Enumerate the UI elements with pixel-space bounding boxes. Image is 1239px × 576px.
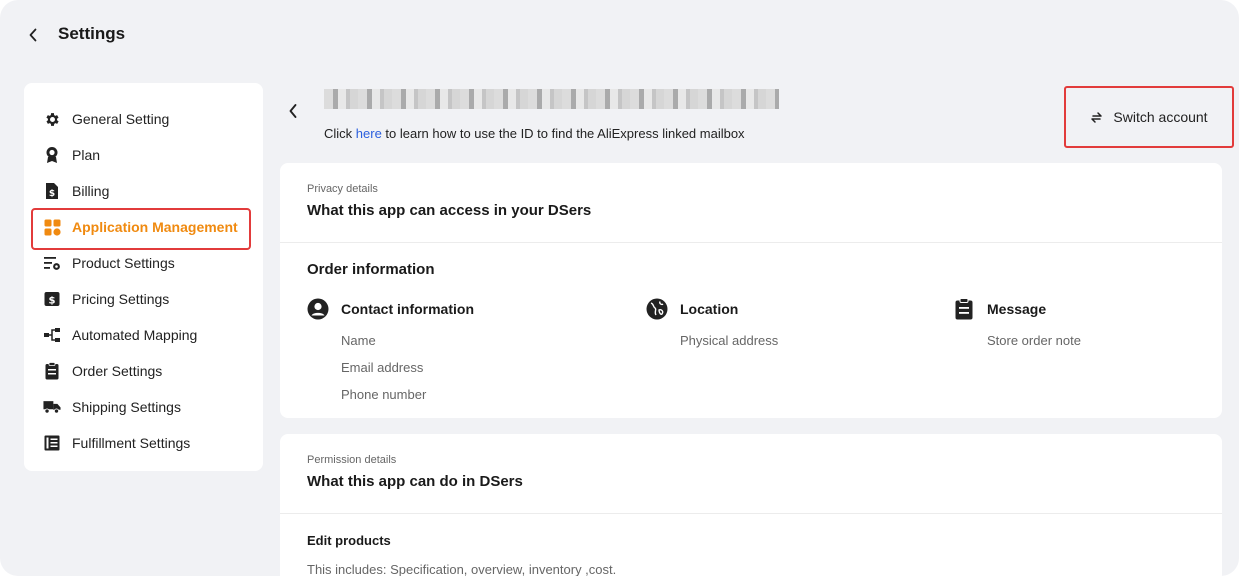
list-item: Name [341, 333, 376, 348]
privacy-card-header: Privacy details What this app can access… [280, 163, 1222, 243]
switch-account-button[interactable]: Switch account [1064, 86, 1234, 148]
dollar-box-icon: $ [43, 290, 61, 308]
sidebar-item-product-settings[interactable]: Product Settings [24, 245, 263, 281]
sidebar-item-label: Application Management [72, 219, 238, 235]
invoice-icon: $ [43, 182, 61, 200]
sidebar-item-order-settings[interactable]: Order Settings [24, 353, 263, 389]
sidebar-item-label: Plan [72, 147, 101, 163]
back-chevron-icon[interactable] [24, 26, 42, 44]
sidebar-item-label: Automated Mapping [72, 327, 198, 343]
sidebar-item-label: General Setting [72, 111, 170, 127]
privacy-heading: What this app can access in your DSers [307, 202, 592, 219]
sidebar-item-general-setting[interactable]: General Setting [24, 101, 263, 137]
sidebar-item-shipping-settings[interactable]: Shipping Settings [24, 389, 263, 425]
permission-eyebrow: Permission details [307, 454, 397, 466]
order-information-title: Order information [307, 261, 435, 278]
svg-text:$: $ [49, 296, 56, 307]
sidebar-item-label: Product Settings [72, 255, 175, 271]
sidebar-item-label: Order Settings [72, 363, 163, 379]
permission-card-header: Permission details What this app can do … [280, 434, 1222, 514]
message-column: Message Store order note [953, 297, 1081, 354]
hint-prefix: Click [324, 126, 356, 141]
edit-products-title: Edit products [307, 533, 391, 548]
switch-account-label: Switch account [1113, 109, 1208, 125]
edit-products-description: This includes: Specification, overview, … [307, 562, 617, 576]
permission-details-card: Permission details What this app can do … [280, 434, 1222, 576]
privacy-eyebrow: Privacy details [307, 183, 378, 195]
top-header: Settings [0, 0, 1239, 70]
redacted-account-id [324, 89, 779, 109]
contact-information-column: Contact information Name Email address P… [307, 297, 474, 408]
truck-icon [43, 398, 61, 416]
gear-icon [43, 110, 61, 128]
clipboard-icon [43, 362, 61, 380]
sidebar-item-automated-mapping[interactable]: Automated Mapping [24, 317, 263, 353]
swap-arrows-icon [1090, 111, 1103, 124]
user-circle-icon [307, 298, 329, 320]
svg-text:$: $ [49, 189, 55, 199]
sidebar-item-plan[interactable]: Plan [24, 137, 263, 173]
detail-back-chevron-icon[interactable] [284, 102, 302, 120]
column-title: Contact information [341, 301, 474, 317]
help-link[interactable]: here [356, 126, 382, 141]
column-title: Location [680, 301, 739, 317]
hint-suffix: to learn how to use the ID to find the A… [381, 126, 745, 141]
clipboard-text-icon [953, 298, 975, 320]
award-icon [43, 146, 61, 164]
list-item: Email address [341, 360, 424, 375]
sidebar-item-label: Shipping Settings [72, 399, 181, 415]
location-column: Location Physical address [646, 297, 778, 354]
mapping-icon [43, 326, 61, 344]
permission-heading: What this app can do in DSers [307, 473, 523, 490]
sidebar-item-label: Billing [72, 183, 110, 199]
list-gear-icon [43, 254, 61, 272]
document-list-icon [43, 434, 61, 452]
sidebar-item-label: Fulfillment Settings [72, 435, 191, 451]
id-help-hint: Click here to learn how to use the ID to… [324, 126, 745, 141]
sidebar-item-billing[interactable]: $ Billing [24, 173, 263, 209]
sidebar-item-label: Pricing Settings [72, 291, 170, 307]
list-item: Phone number [341, 387, 427, 402]
settings-sidebar: General Setting Plan $ Billing Applicati… [24, 83, 263, 471]
sidebar-item-pricing-settings[interactable]: $ Pricing Settings [24, 281, 263, 317]
page-title: Settings [58, 24, 126, 43]
sidebar-item-application-management[interactable]: Application Management [24, 208, 263, 250]
app-window: Settings General Setting Plan $ Billing [0, 0, 1239, 576]
sidebar-item-fulfillment-settings[interactable]: Fulfillment Settings [24, 425, 263, 461]
privacy-details-card: Privacy details What this app can access… [280, 163, 1222, 418]
column-title: Message [987, 301, 1047, 317]
list-item: Store order note [987, 333, 1081, 348]
list-item: Physical address [680, 333, 779, 348]
apps-grid-icon [43, 218, 61, 236]
globe-icon [646, 298, 668, 320]
